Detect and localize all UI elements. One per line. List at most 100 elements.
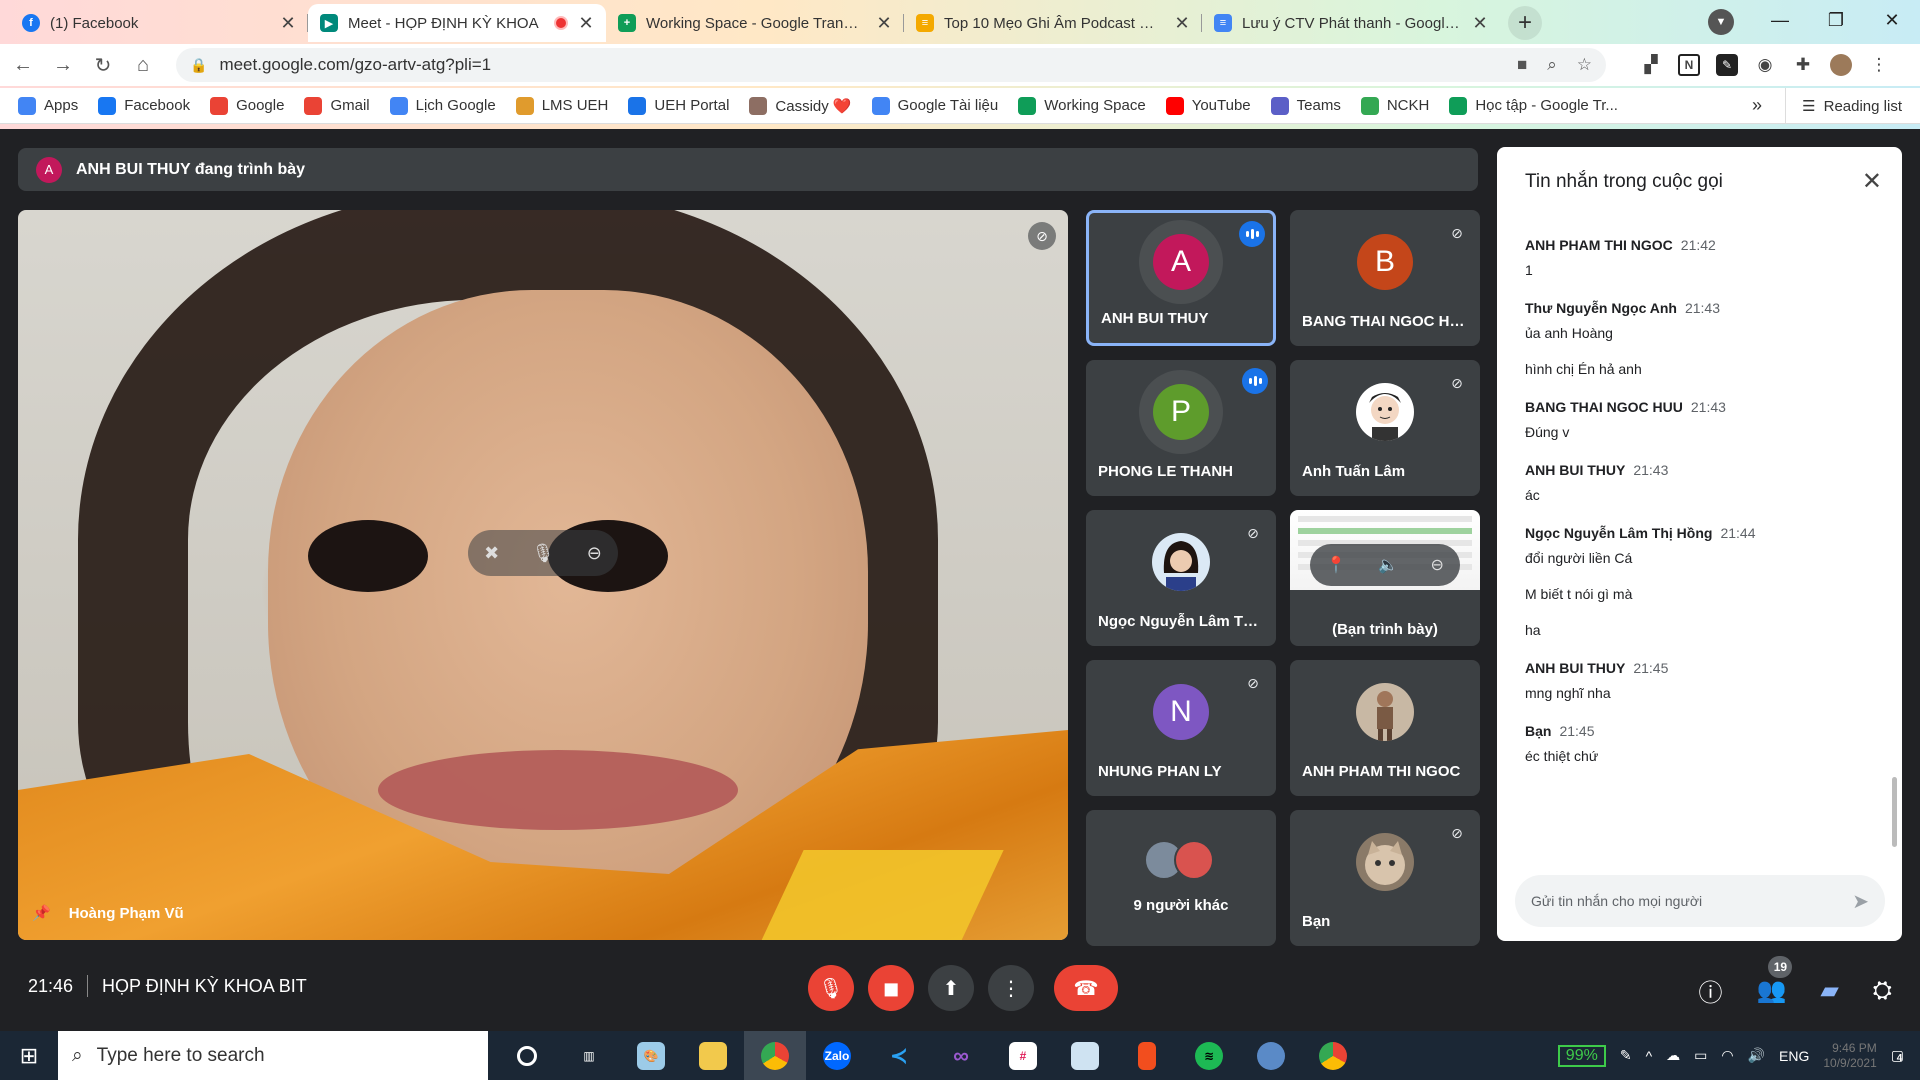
participant-tile[interactable]: B ⊘ BANG THAI NGOC HUU xyxy=(1290,210,1480,346)
tab-docs[interactable]: ≡ Lưu ý CTV Phát thanh - Google T ✕ xyxy=(1202,4,1500,42)
pin-icon[interactable]: 📍 xyxy=(1326,555,1346,575)
chat-icon[interactable]: ▰ xyxy=(1820,976,1838,1005)
lock-icon[interactable]: 🔒 xyxy=(190,57,207,74)
onedrive-icon[interactable]: ☁ xyxy=(1666,1047,1680,1064)
zoom-icon[interactable]: ⌕ xyxy=(1547,55,1557,75)
tab-meet[interactable]: ▶ Meet - HỌP ĐỊNH KỲ KHOA ✕ xyxy=(308,4,606,42)
clock[interactable]: 9:46 PM 10/9/2021 xyxy=(1823,1041,1876,1071)
close-tab-icon[interactable]: ✕ xyxy=(876,13,892,34)
windows-start-icon[interactable]: ⊞ xyxy=(0,1031,58,1080)
slack-icon[interactable]: # xyxy=(992,1031,1054,1080)
paint-icon[interactable]: 🎨 xyxy=(620,1031,682,1080)
language-indicator[interactable]: ENG xyxy=(1779,1048,1809,1064)
participant-tile[interactable]: ⊘ Anh Tuấn Lâm xyxy=(1290,360,1480,496)
activities-icon[interactable]: ⛭ xyxy=(1873,977,1892,1005)
remove-icon[interactable]: ⊖ xyxy=(1430,555,1443,575)
participant-tile[interactable]: P PHONG LE THANH xyxy=(1086,360,1276,496)
others-tile[interactable]: 9 người khác xyxy=(1086,810,1276,946)
notion-icon[interactable]: N xyxy=(1678,54,1700,76)
reading-list-button[interactable]: ☰ Reading list xyxy=(1785,88,1902,124)
send-icon[interactable]: ➤ xyxy=(1852,889,1869,914)
tab-podcast[interactable]: ≡ Top 10 Mẹo Ghi Âm Podcast Chu ✕ xyxy=(904,4,1202,42)
visual-studio-icon[interactable]: ∞ xyxy=(930,1031,992,1080)
show-hidden-icon[interactable]: ^ xyxy=(1646,1048,1653,1064)
participant-tile[interactable]: ⊘ Ngọc Nguyễn Lâm Thị Hồng xyxy=(1086,510,1276,646)
remove-icon[interactable]: ⊖ xyxy=(587,543,602,564)
participant-tile[interactable]: A ANH BUI THUY xyxy=(1086,210,1276,346)
people-icon[interactable]: 👥 19 xyxy=(1756,956,1793,1005)
pin-icon[interactable]: ✖ xyxy=(484,543,499,564)
address-bar[interactable]: 🔒 meet.google.com/gzo-artv-atg?pli=1 ■ ⌕… xyxy=(176,48,1606,82)
more-options-button[interactable]: ⋮ xyxy=(988,965,1034,1011)
bookmark-item[interactable]: NCKH xyxy=(1360,96,1429,115)
task-view-icon[interactable]: ▥ xyxy=(558,1031,620,1080)
wifi-icon[interactable]: ◠ xyxy=(1721,1047,1733,1064)
bookmark-item[interactable]: LMS UEH xyxy=(515,96,608,115)
leave-call-button[interactable]: ☎ xyxy=(1054,965,1118,1011)
minimize-icon[interactable]: — xyxy=(1752,10,1808,31)
bookmark-item[interactable]: Lịch Google xyxy=(389,96,496,115)
presentation-tile[interactable]: 📍 🔈 ⊖ (Bạn trình bày) xyxy=(1290,510,1480,646)
cortana-icon[interactable] xyxy=(496,1031,558,1080)
chat-input[interactable]: Gửi tin nhắn cho mọi người ➤ xyxy=(1515,875,1885,927)
chat-scrollbar[interactable] xyxy=(1892,777,1897,847)
bookmark-item[interactable]: Google Tài liệu xyxy=(871,96,998,115)
bookmark-item[interactable]: Apps xyxy=(18,96,78,115)
bookmark-item[interactable]: Gmail xyxy=(304,96,370,115)
figma-icon[interactable] xyxy=(1116,1031,1178,1080)
extension-icon[interactable]: ▞ xyxy=(1640,54,1662,76)
bookmark-item[interactable]: UEH Portal xyxy=(628,96,729,115)
close-window-icon[interactable]: ✕ xyxy=(1864,10,1920,31)
camera-off-button[interactable]: ◼ xyxy=(868,965,914,1011)
notification-icon[interactable]: ▢ 4 xyxy=(1891,1047,1904,1064)
volume-icon[interactable]: 🔈 xyxy=(1378,555,1398,575)
chrome-profile-icon[interactable] xyxy=(1302,1031,1364,1080)
file-explorer-icon[interactable] xyxy=(682,1031,744,1080)
menu-icon[interactable]: ⋮ xyxy=(1868,54,1890,76)
home-icon[interactable]: ⌂ xyxy=(126,54,160,77)
bookmark-item[interactable]: YouTube xyxy=(1165,96,1251,115)
participant-tile[interactable]: ANH PHAM THI NGOC xyxy=(1290,660,1480,796)
chrome-icon[interactable] xyxy=(744,1031,806,1080)
close-tab-icon[interactable]: ✕ xyxy=(578,13,594,34)
more-bookmarks-icon[interactable]: » xyxy=(1752,95,1762,116)
new-tab-button[interactable]: + xyxy=(1508,6,1542,40)
mute-icon[interactable]: 🎙 xyxy=(532,543,555,564)
taskbar-search[interactable]: ⌕ Type here to search xyxy=(58,1031,488,1080)
info-icon[interactable]: ⓘ xyxy=(1698,973,1722,1008)
puzzle-icon[interactable]: ✚ xyxy=(1792,54,1814,76)
tab-search-icon[interactable]: ▼ xyxy=(1708,9,1734,35)
bookmark-item[interactable]: Cassidy ❤️ xyxy=(749,96,852,115)
tab-working-space[interactable]: + Working Space - Google Trang tính ✕ xyxy=(606,4,904,42)
spotify-icon[interactable]: ≋ xyxy=(1178,1031,1240,1080)
profile-avatar[interactable] xyxy=(1830,54,1852,76)
edit-icon[interactable]: ✎ xyxy=(1716,54,1738,76)
bookmark-item[interactable]: Teams xyxy=(1270,96,1341,115)
volume-icon[interactable]: 🔊 xyxy=(1748,1047,1765,1064)
maximize-icon[interactable]: ❐ xyxy=(1808,10,1864,31)
notes-icon[interactable] xyxy=(1054,1031,1116,1080)
forward-icon[interactable]: → xyxy=(46,54,80,77)
close-chat-icon[interactable]: ✕ xyxy=(1862,167,1882,196)
self-tile[interactable]: ⊘ Bạn xyxy=(1290,810,1480,946)
bookmark-item[interactable]: Học tập - Google Tr... xyxy=(1449,96,1618,115)
camera-icon[interactable]: ■ xyxy=(1517,55,1527,75)
participant-tile[interactable]: N ⊘ NHUNG PHAN LY xyxy=(1086,660,1276,796)
reload-icon[interactable]: ↻ xyxy=(86,53,120,78)
bookmark-item[interactable]: Google xyxy=(210,96,284,115)
pen-icon[interactable]: ✎ xyxy=(1620,1047,1632,1064)
vscode-icon[interactable]: ≺ xyxy=(868,1031,930,1080)
present-button[interactable]: ⬆ xyxy=(928,965,974,1011)
main-video[interactable]: ✖ 🎙 ⊖ ⊘ 📌 Hoàng Phạm Vũ xyxy=(18,210,1068,940)
close-tab-icon[interactable]: ✕ xyxy=(1472,13,1488,34)
bookmark-star-icon[interactable]: ☆ xyxy=(1577,55,1592,75)
close-tab-icon[interactable]: ✕ xyxy=(280,13,296,34)
close-tab-icon[interactable]: ✕ xyxy=(1174,13,1190,34)
zalo-icon[interactable]: Zalo xyxy=(806,1031,868,1080)
screenshot-icon[interactable]: ◉ xyxy=(1754,54,1776,76)
bookmark-item[interactable]: Working Space xyxy=(1018,96,1146,115)
network-app-icon[interactable] xyxy=(1240,1031,1302,1080)
bookmark-item[interactable]: Facebook xyxy=(98,96,190,115)
battery-icon[interactable]: ▭ xyxy=(1694,1047,1707,1064)
back-icon[interactable]: ← xyxy=(6,54,40,77)
